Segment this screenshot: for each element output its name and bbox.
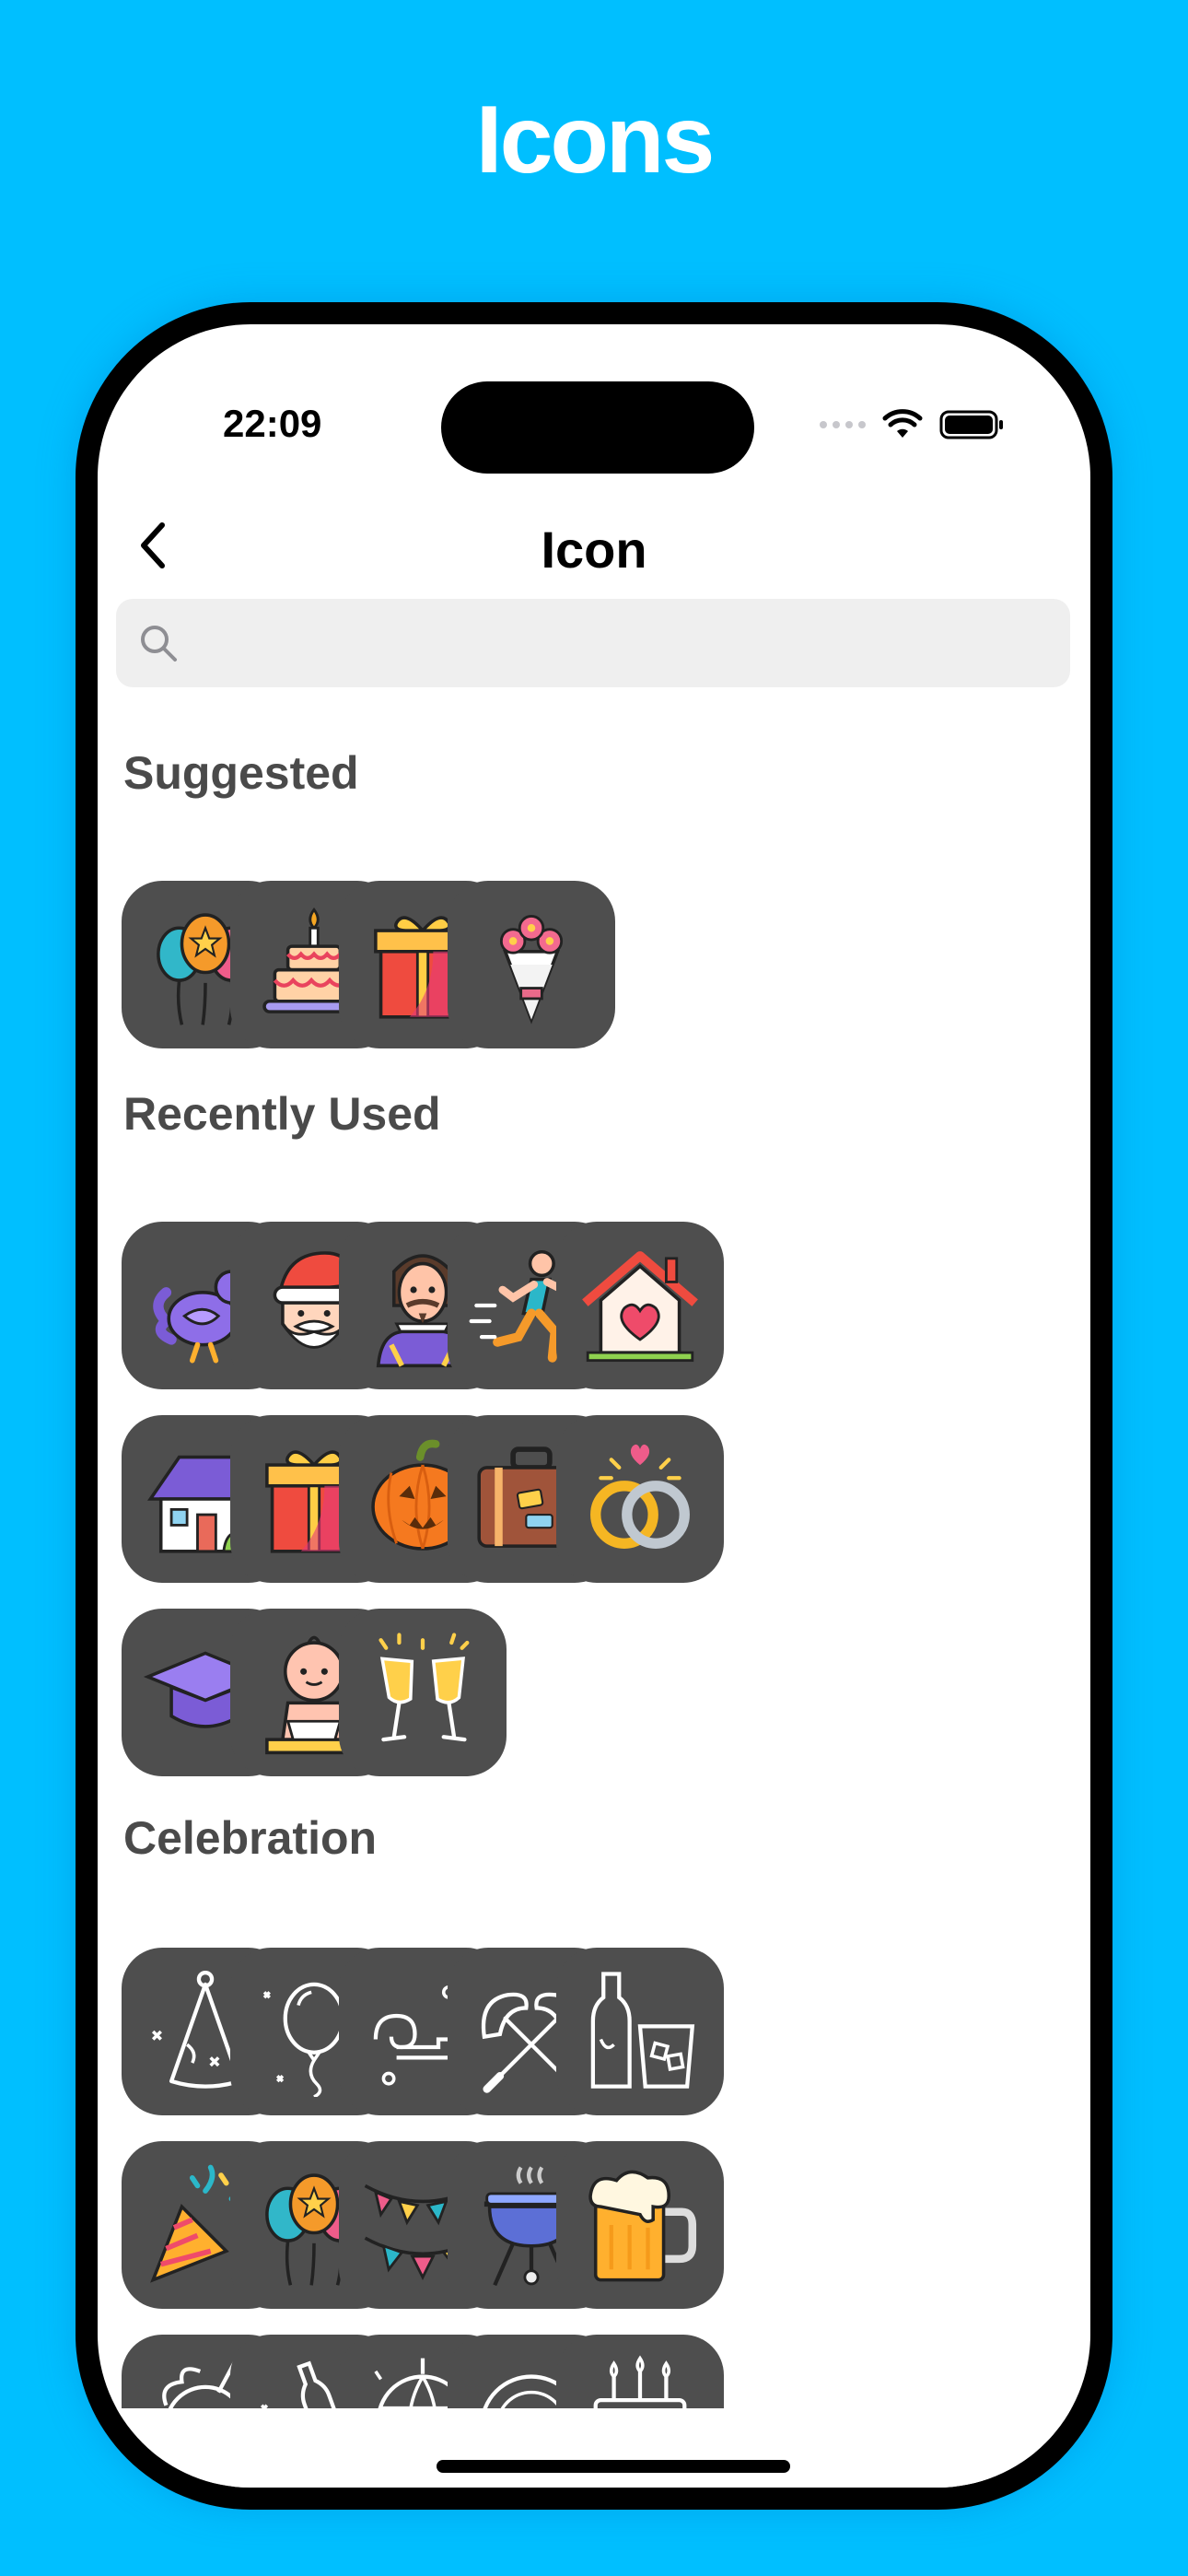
promo-headline: Icons: [475, 87, 716, 193]
wedding-rings-icon: [590, 1444, 690, 1549]
drinks-outline-icon: [590, 1972, 695, 2089]
icon-tile-home-heart[interactable]: [556, 1222, 724, 1389]
icon-tile-beer-mug[interactable]: [556, 2141, 724, 2309]
icon-tile-drinks[interactable]: [556, 1948, 724, 2115]
page-title: Icon: [541, 521, 647, 579]
search-input[interactable]: [193, 621, 1026, 665]
home-heart-icon: [582, 1251, 698, 1363]
flower-bouquet-icon: [499, 915, 564, 1025]
section-title-suggested: Suggested: [123, 747, 359, 799]
section-title-recently-used: Recently Used: [123, 1088, 441, 1140]
battery-icon: [939, 410, 1003, 439]
icon-tile-flower-bouquet[interactable]: [448, 881, 615, 1048]
champagne-toast-icon: [379, 1633, 470, 1742]
dynamic-island: [441, 381, 754, 474]
icon-tile-wedding-rings[interactable]: [556, 1415, 724, 1583]
search-bar[interactable]: [116, 599, 1070, 687]
bottom-safe-area: [98, 2408, 1090, 2488]
status-indicators: [820, 409, 1006, 440]
wifi-icon: [882, 409, 923, 438]
phone-screen: 22:09 Icon Suggested Recently Used Celeb…: [98, 324, 1090, 2488]
section-title-celebration: Celebration: [123, 1812, 378, 1864]
beer-mug-icon: [588, 2170, 697, 2282]
phone-frame: 22:09 Icon Suggested Recently Used Celeb…: [76, 302, 1112, 2510]
status-time: 22:09: [223, 402, 322, 445]
search-icon: [141, 626, 177, 662]
icon-tile-champagne-toast[interactable]: [339, 1609, 507, 1776]
cellular-signal-icon: [820, 421, 866, 428]
home-indicator[interactable]: [437, 2460, 790, 2473]
